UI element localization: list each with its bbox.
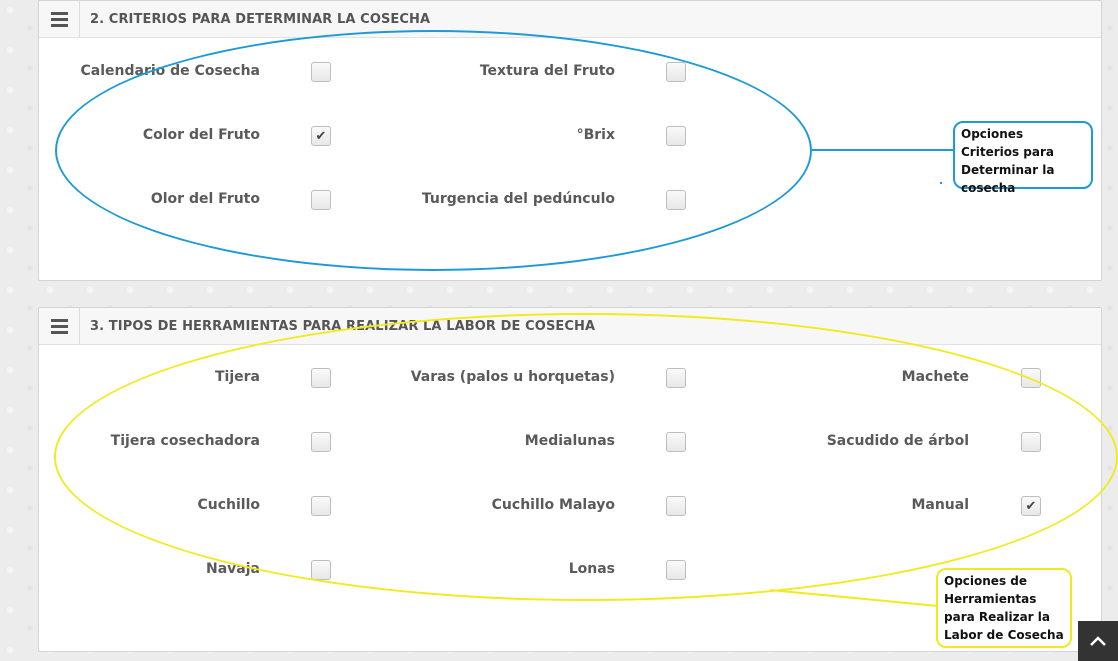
herramientas-callout: Opciones de Herramientas para Realizar l… [936,568,1072,648]
chevron-up-icon [1090,636,1106,646]
criterios-callout: Opciones Criterios para Determinar la co… [953,121,1093,195]
scroll-top-button[interactable] [1078,621,1118,661]
criterios-connector-line [769,149,954,607]
